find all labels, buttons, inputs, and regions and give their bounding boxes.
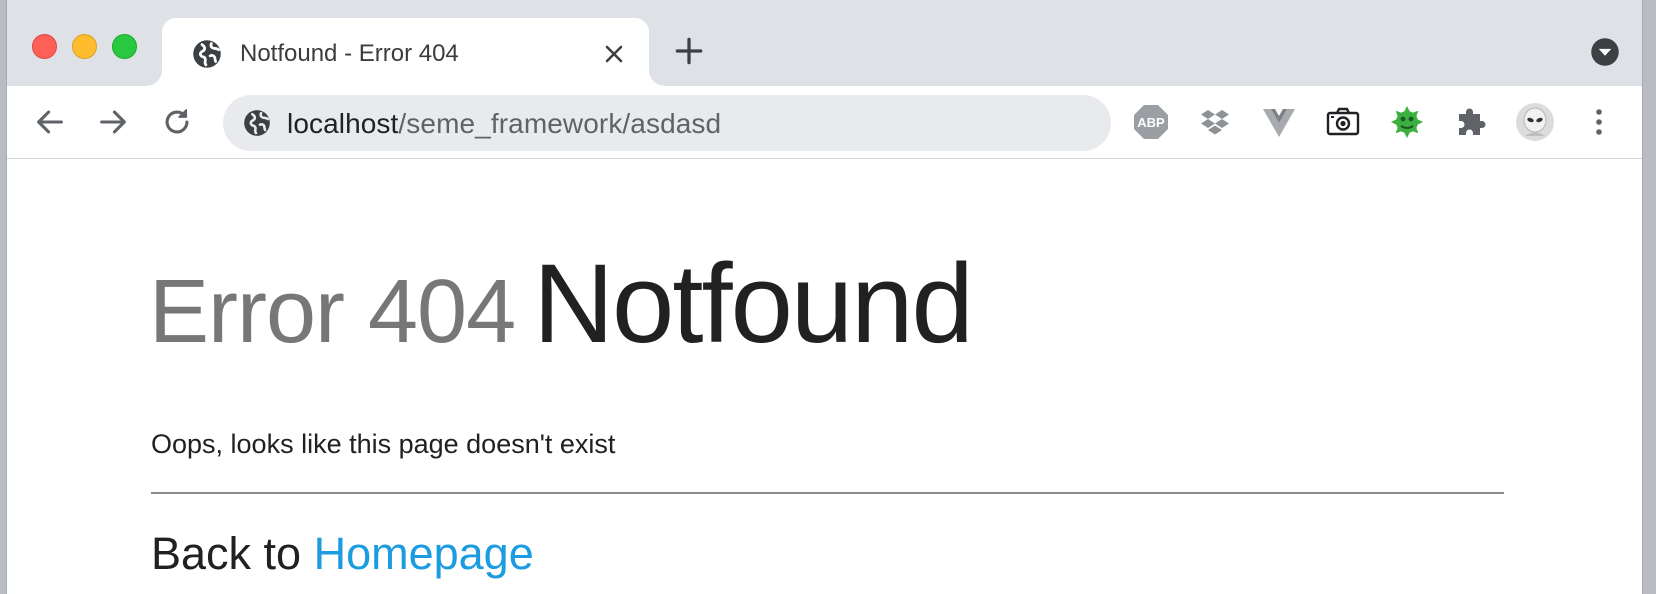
globe-icon [193, 40, 221, 68]
adblock-label: ABP [1137, 115, 1165, 130]
error-title: Notfound [533, 241, 974, 366]
tab-strip: Notfound - Error 404 [7, 0, 1642, 86]
toolbar: localhost/seme_framework/asdasd ABP [7, 86, 1642, 159]
browser-window: Notfound - Error 404 localhost/seme_fram… [6, 0, 1643, 594]
reload-icon[interactable] [160, 105, 194, 139]
vue-devtools-icon[interactable] [1259, 102, 1299, 142]
minimize-window-button[interactable] [72, 34, 97, 59]
adblock-plus-icon[interactable]: ABP [1131, 102, 1171, 142]
close-tab-icon[interactable] [602, 42, 626, 66]
error-message: Oops, looks like this page doesn't exist [151, 429, 616, 459]
error-code: Error 404 [149, 262, 516, 362]
tab-title: Notfound - Error 404 [240, 40, 459, 67]
back-to-home: Back to Homepage [151, 528, 534, 580]
back-arrow-icon[interactable] [33, 105, 67, 139]
camera-icon[interactable] [1323, 102, 1363, 142]
bug-extension-icon[interactable] [1387, 102, 1427, 142]
forward-arrow-icon[interactable] [96, 105, 130, 139]
menu-kebab-icon[interactable] [1579, 102, 1619, 142]
back-prefix: Back to [151, 528, 302, 579]
new-tab-icon[interactable] [675, 37, 703, 65]
divider [151, 492, 1504, 494]
close-window-button[interactable] [32, 34, 57, 59]
zoom-window-button[interactable] [112, 34, 137, 59]
site-info-globe-icon[interactable] [243, 109, 271, 137]
profile-avatar-icon[interactable] [1515, 102, 1555, 142]
dropbox-icon[interactable] [1195, 102, 1235, 142]
extensions-puzzle-icon[interactable] [1451, 102, 1491, 142]
url-host: localhost [287, 108, 399, 139]
url-path: /seme_framework/asdasd [398, 108, 722, 139]
url-text[interactable]: localhost/seme_framework/asdasd [287, 108, 721, 140]
homepage-link[interactable]: Homepage [314, 528, 534, 579]
address-bar[interactable]: localhost/seme_framework/asdasd [223, 95, 1111, 151]
tab-search-dropdown-icon[interactable] [1590, 37, 1620, 67]
page-content: Error 404 Notfound Oops, looks like this … [7, 160, 1642, 594]
error-heading: Error 404 Notfound [149, 248, 974, 362]
active-tab[interactable]: Notfound - Error 404 [162, 18, 649, 86]
